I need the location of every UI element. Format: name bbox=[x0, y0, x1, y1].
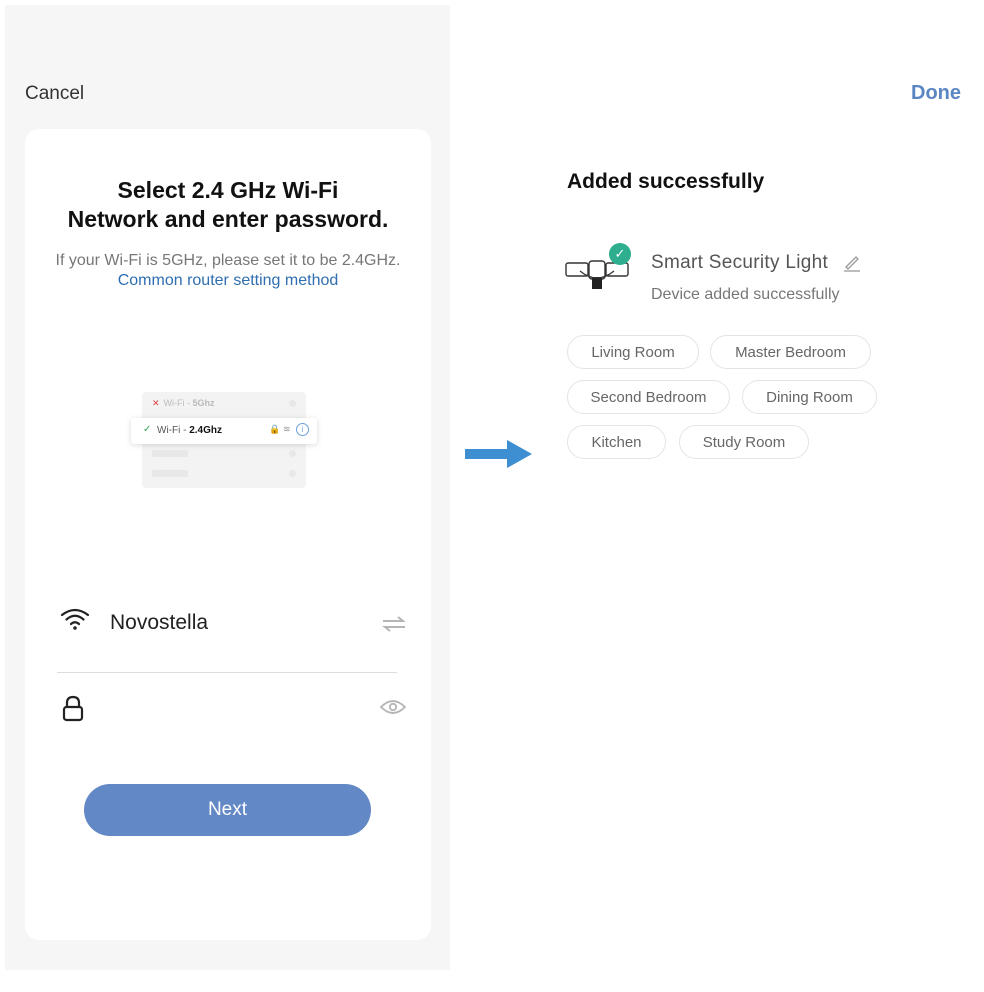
check-icon: ✓ bbox=[143, 424, 152, 435]
field-divider bbox=[57, 672, 397, 673]
room-chip-master-bedroom[interactable]: Master Bedroom bbox=[710, 335, 871, 369]
wifi-24ghz-highlight: ✓ Wi-Fi - 2.4Ghz 🔒 ≋ i bbox=[131, 418, 317, 444]
success-title: Added successfully bbox=[567, 170, 765, 193]
placeholder-dot bbox=[289, 450, 296, 457]
room-chip-second-bedroom[interactable]: Second Bedroom bbox=[567, 380, 730, 414]
password-input[interactable] bbox=[110, 694, 374, 724]
room-chip-study-room[interactable]: Study Room bbox=[679, 425, 809, 459]
placeholder-bar bbox=[152, 450, 188, 457]
ssid-field[interactable]: Novostella bbox=[110, 611, 208, 635]
device-status: Device added successfully bbox=[651, 286, 840, 303]
cancel-button[interactable]: Cancel bbox=[25, 83, 84, 105]
next-button[interactable]: Next bbox=[84, 784, 371, 836]
switch-network-icon[interactable] bbox=[381, 615, 407, 633]
page-title: Select 2.4 GHz Wi-Fi Network and enter p… bbox=[67, 177, 389, 232]
wifi-icon bbox=[60, 608, 90, 630]
instruction-text: If your Wi-Fi is 5GHz, please set it to … bbox=[25, 251, 431, 291]
success-check-icon: ✓ bbox=[609, 243, 631, 265]
room-chip-kitchen[interactable]: Kitchen bbox=[567, 425, 666, 459]
room-chip-dining-room[interactable]: Dining Room bbox=[742, 380, 877, 414]
lock-icon bbox=[62, 695, 84, 722]
show-password-icon[interactable] bbox=[380, 699, 406, 715]
info-icon: i bbox=[296, 423, 309, 436]
room-chip-living-room[interactable]: Living Room bbox=[567, 335, 699, 369]
wifi-setup-card: Select 2.4 GHz Wi-Fi Network and enter p… bbox=[25, 129, 431, 940]
wifi-24ghz-label: Wi-Fi - 2.4Ghz bbox=[157, 425, 223, 436]
done-button[interactable]: Done bbox=[911, 82, 961, 105]
edit-name-icon[interactable] bbox=[843, 252, 861, 272]
placeholder-dot bbox=[289, 470, 296, 477]
cross-icon: ✕ bbox=[152, 398, 160, 408]
device-name: Smart Security Light bbox=[651, 252, 829, 273]
placeholder-bar bbox=[152, 470, 188, 477]
router-setting-link[interactable]: Common router setting method bbox=[118, 272, 339, 289]
arrow-right-icon bbox=[465, 440, 532, 468]
wifi-5ghz-row: ✕ Wi-Fi - 5Ghz bbox=[152, 398, 215, 408]
placeholder-dot bbox=[289, 400, 296, 407]
wifi-status-icons: 🔒 ≋ i bbox=[269, 423, 309, 436]
instruction-body: If your Wi-Fi is 5GHz, please set it to … bbox=[55, 252, 401, 269]
wifi-setup-screen: Cancel Select 2.4 GHz Wi-Fi Network and … bbox=[5, 5, 450, 970]
